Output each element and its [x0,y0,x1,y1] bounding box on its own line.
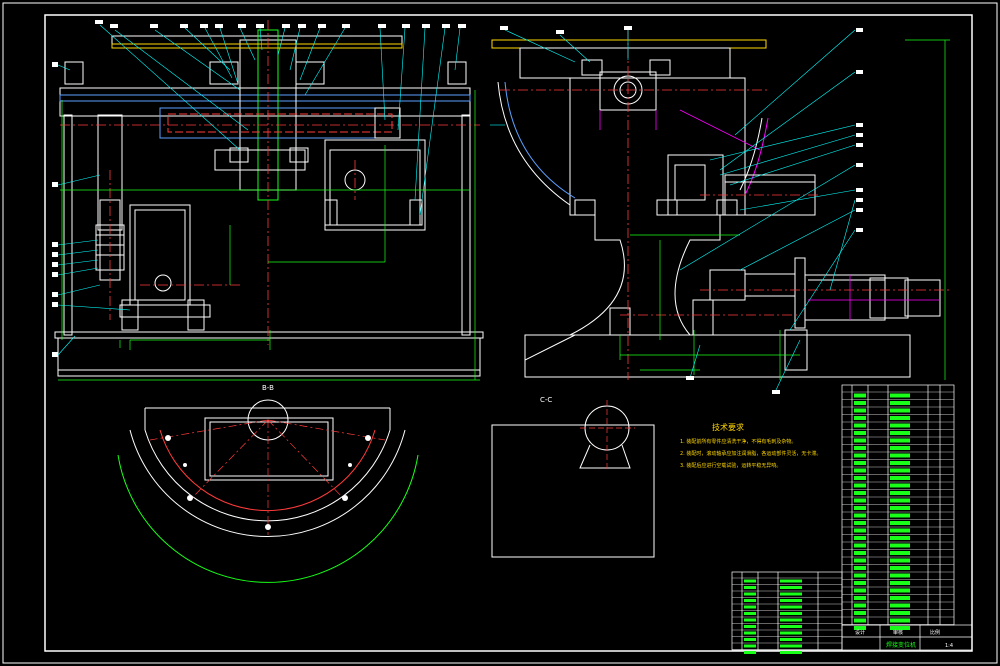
parts-entry-mark [854,573,866,578]
parts-entry-mark [854,423,866,428]
parts-entry-mark [854,611,866,615]
parts-entry-mark [854,401,866,405]
title-block-name: 焊接变位机 [886,641,916,649]
parts-entry-mark [780,579,802,583]
parts-entry-mark [890,566,910,570]
parts-entry-mark [890,551,910,555]
parts-entry-mark [780,638,802,641]
parts-entry-mark [890,423,910,428]
parts-entry-mark [854,491,866,495]
parts-entry-mark [854,618,866,623]
parts-entry-mark [780,631,802,635]
parts-entry-mark [744,618,756,622]
parts-entry-mark [854,416,866,420]
parts-entry-mark [854,566,866,570]
parts-entry-mark [744,631,756,635]
parts-entry-mark [890,543,910,548]
parts-entry-mark [890,513,910,518]
title-block-scale: 1:4 [945,643,953,649]
title-block-cell-scale: 比例 [930,629,940,636]
parts-entry-mark [854,596,866,600]
parts-entry-mark [854,438,866,443]
parts-entry-mark [890,581,910,585]
parts-entry-mark [890,491,910,495]
parts-entry-mark [854,461,866,465]
parts-entry-mark [854,408,866,413]
parts-entry-mark [854,558,866,563]
parts-entry-mark [890,588,910,593]
parts-entry-mark [780,592,802,596]
parts-entry-mark [744,651,756,654]
tech-req-title: 技术要求 [712,422,744,432]
parts-entry-mark [890,596,910,600]
parts-entry-mark [780,625,802,628]
parts-entry-mark [854,536,866,540]
tech-req-line-1: 1. 装配前所有零件应清洗干净，不得有毛刺及杂物。 [680,438,796,445]
parts-entry-mark [890,461,910,465]
parts-entry-mark [780,644,802,648]
parts-entry-mark [890,573,910,578]
parts-entry-mark [854,513,866,518]
parts-entry-mark [890,498,910,503]
parts-entry-mark [890,521,910,525]
title-block-cell-review: 审核 [893,629,903,636]
section-bb-label: B-B [262,384,274,392]
tech-req-line-2: 2. 装配时，滚动轴承应加注润滑脂，各运动部件灵活，无卡滞。 [680,450,821,457]
parts-entry-mark [890,506,910,510]
parts-entry-mark [780,599,802,602]
parts-entry-mark [890,558,910,563]
tech-req-line-3: 3. 装配后应进行空载试验，运转平稳无异响。 [680,462,781,469]
parts-entry-mark [854,588,866,593]
parts-entry-mark [854,581,866,585]
parts-entry-mark [854,468,866,473]
parts-entry-mark [890,393,910,398]
parts-entry-mark [854,453,866,458]
parts-entry-mark [744,638,756,641]
parts-entry-mark [744,592,756,596]
parts-entry-mark [854,521,866,525]
parts-entry-mark [890,408,910,413]
parts-entry-mark [890,468,910,473]
section-cc-label: C-C [540,396,552,404]
parts-entry-mark [744,644,756,648]
parts-entry-mark [854,551,866,555]
parts-entry-mark [854,476,866,480]
parts-entry-mark [890,446,910,450]
title-block-cell-design: 设计 [855,629,865,636]
parts-entry-mark [890,431,910,435]
parts-entry-mark [890,483,910,488]
cad-drawing-sheet: B-B C-C 技术要求 1. 装配前所有零件应清洗干净，不得有毛刺及杂物。 2… [0,0,1000,666]
parts-entry-mark [854,483,866,488]
parts-entry-mark [744,599,756,602]
parts-entry-mark [890,611,910,615]
parts-entry-mark [854,603,866,608]
parts-entry-mark [744,625,756,628]
parts-entry-mark [744,605,756,609]
parts-entry-mark [890,401,910,405]
parts-entry-mark [744,586,756,589]
parts-entry-mark [890,528,910,533]
parts-entry-mark [854,393,866,398]
parts-entry-mark [854,431,866,435]
parts-entry-mark [744,579,756,583]
parts-entry-mark [854,543,866,548]
parts-entry-mark [890,416,910,420]
parts-entry-mark [780,618,802,622]
parts-entry-mark [890,438,910,443]
parts-entry-mark [890,603,910,608]
parts-entry-mark [780,605,802,609]
parts-entry-mark [890,536,910,540]
parts-entry-mark [854,528,866,533]
parts-entry-mark [890,476,910,480]
parts-entry-mark [780,651,802,654]
parts-entry-mark [854,498,866,503]
parts-entry-mark [780,612,802,615]
parts-entry-mark [890,618,910,623]
parts-entry-mark [780,586,802,589]
parts-entry-mark [744,612,756,615]
parts-entry-mark [854,446,866,450]
parts-entry-mark [890,453,910,458]
parts-entry-mark [854,506,866,510]
